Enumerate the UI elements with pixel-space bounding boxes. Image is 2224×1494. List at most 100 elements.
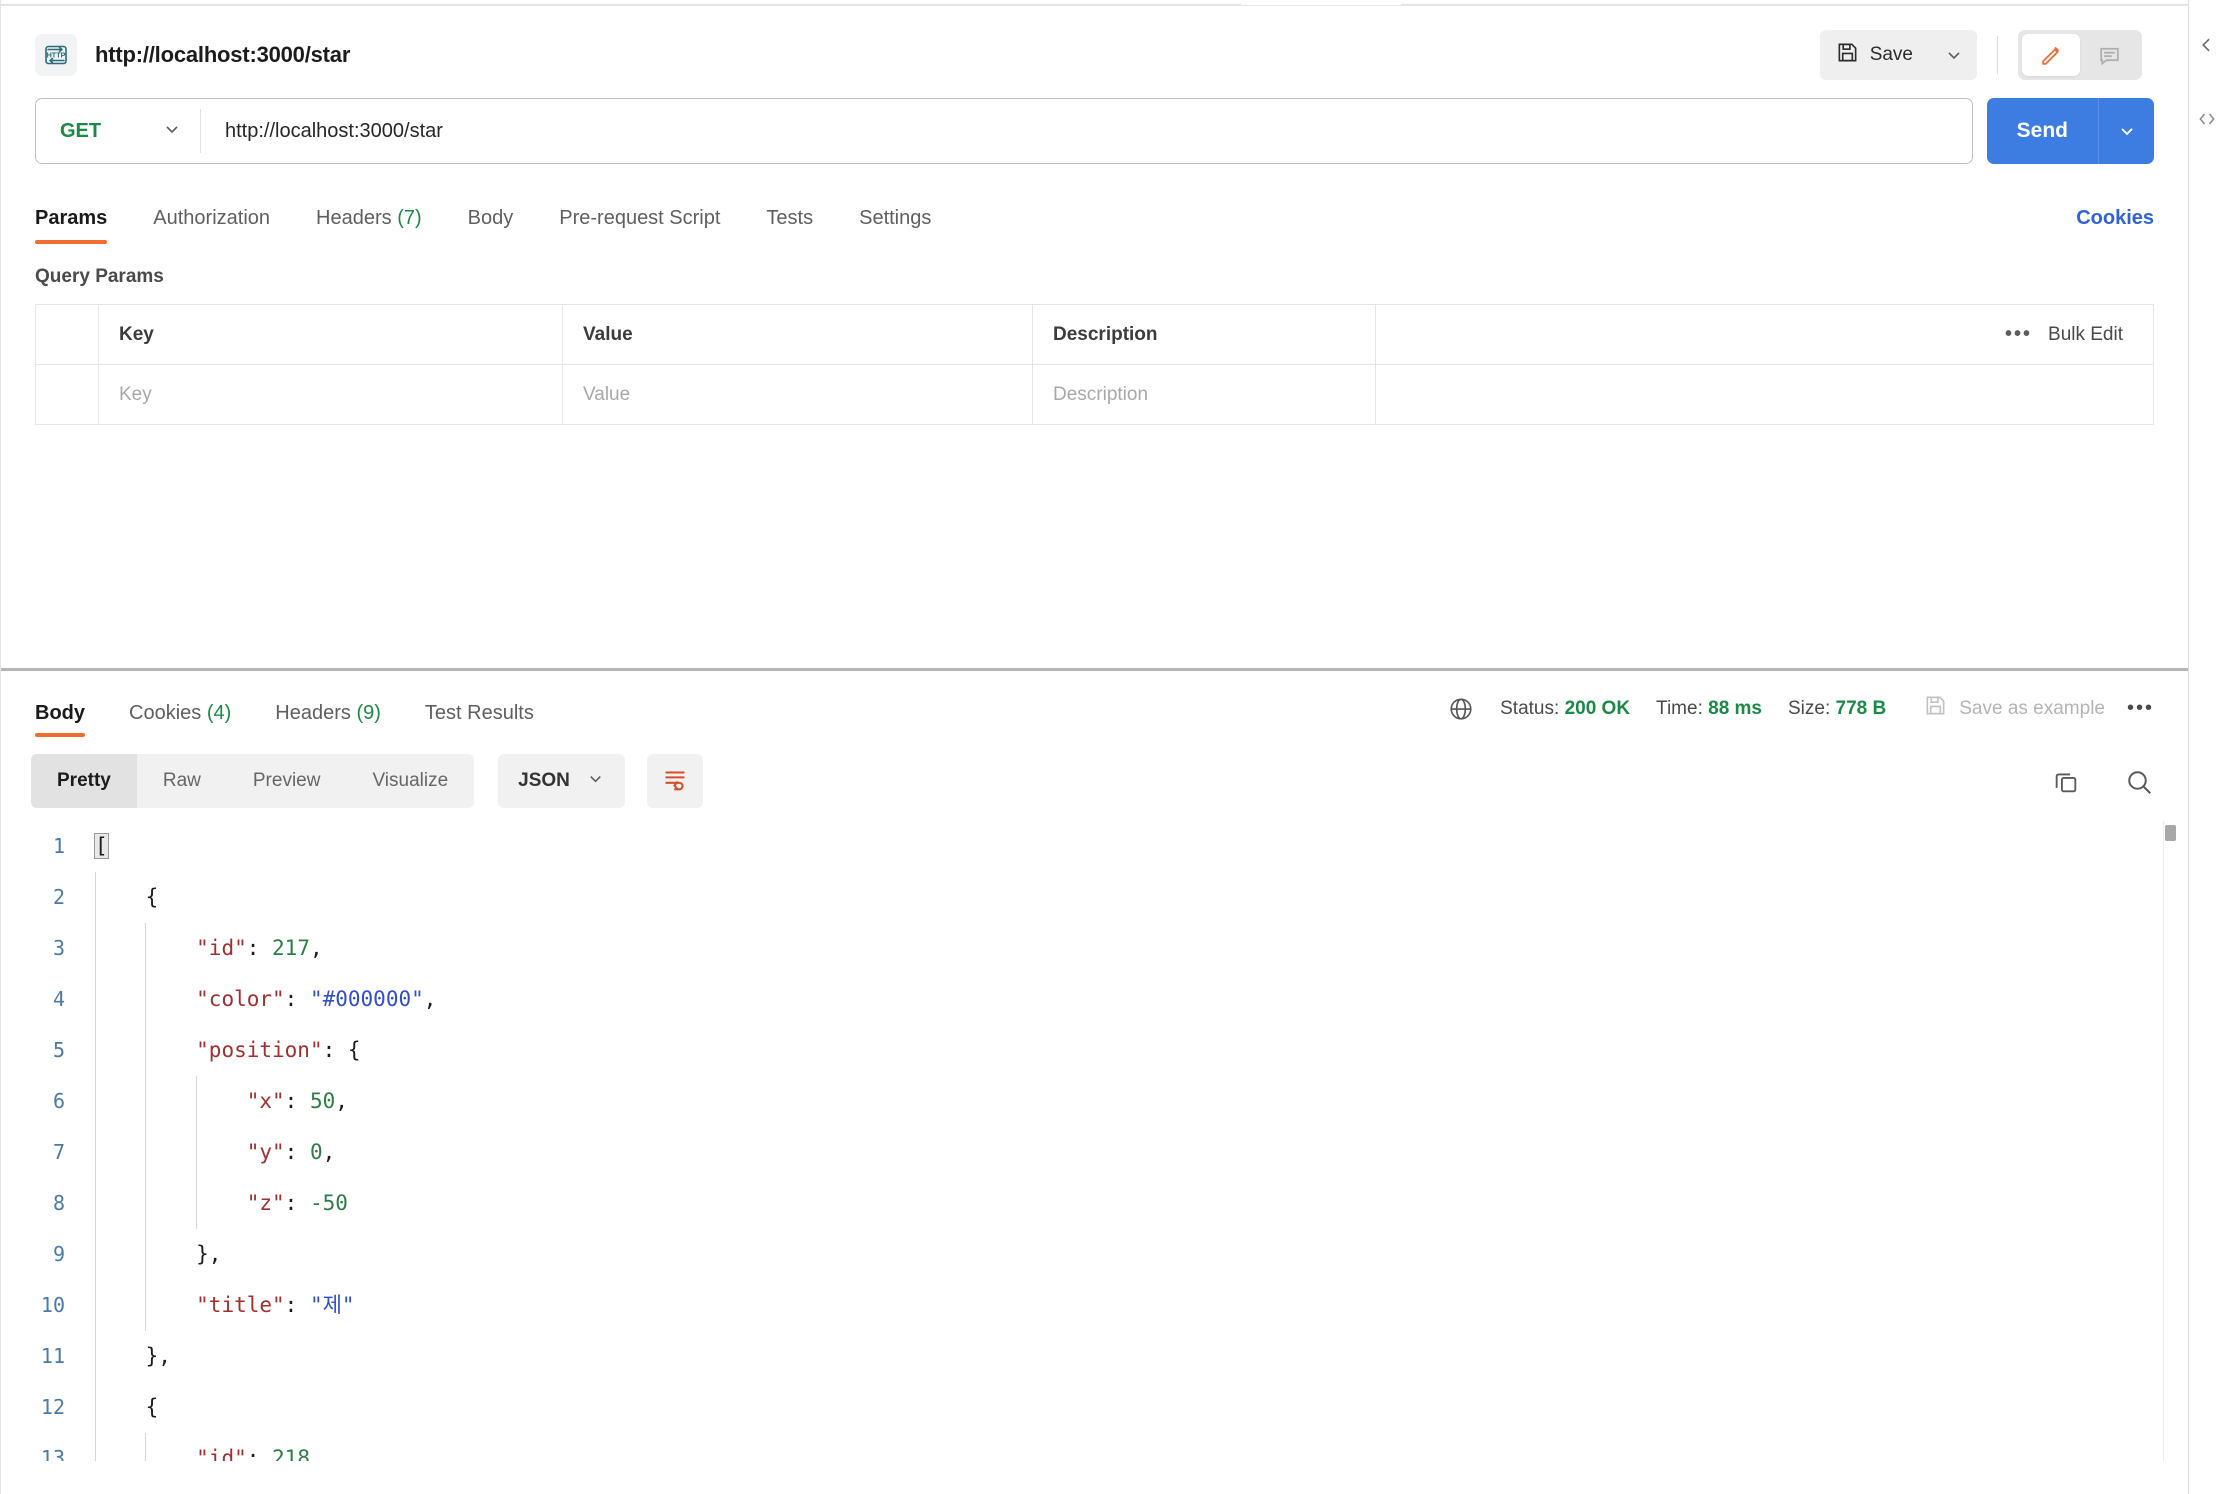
line-number: 6 [52, 1089, 65, 1113]
table-header-row: Key Value Description ••• Bulk Edit [36, 305, 2153, 365]
save-button-group: Save [1819, 30, 1977, 80]
code-token: [ [94, 833, 109, 859]
copy-icon[interactable] [2052, 768, 2080, 796]
send-button[interactable]: Send [1986, 98, 2098, 164]
indent-guide [145, 1076, 147, 1127]
tab-params[interactable]: Params [35, 207, 108, 244]
sidebar-collapse-chevron-left-icon[interactable] [2196, 34, 2218, 56]
send-button-group: Send [1986, 98, 2154, 164]
size-label: Size: 778 B [1788, 697, 1887, 719]
search-icon[interactable] [2124, 767, 2154, 797]
code-line: 1[ [1, 821, 2188, 872]
tab-authorization[interactable]: Authorization [153, 207, 270, 244]
format-tab-preview[interactable]: Preview [227, 754, 347, 808]
response-tabs: Body Cookies (4) Headers (9) Test Result… [1, 671, 2188, 737]
indent-guide [95, 974, 96, 1025]
line-number: 4 [52, 987, 65, 1011]
code-line-text: [ [87, 821, 109, 872]
row-checkbox-cell[interactable] [36, 365, 99, 424]
request-header: HTTP http://localhost:3000/star Save [1, 6, 2188, 104]
tab-pre-request-script[interactable]: Pre-request Script [559, 207, 720, 244]
value-input[interactable]: Value [563, 365, 1033, 424]
code-token: 218 [272, 1446, 310, 1461]
line-number: 2 [52, 885, 65, 909]
response-tab-body[interactable]: Body [35, 702, 85, 737]
tab-headers-count: (7) [397, 207, 422, 229]
sidebar-code-icon[interactable] [2196, 108, 2218, 130]
word-wrap-toggle-button[interactable] [646, 754, 703, 808]
response-tab-headers-count: (9) [356, 702, 381, 724]
tab-tests-label: Tests [766, 207, 814, 229]
save-as-example-floppy-disk-icon [1924, 694, 1947, 723]
code-line-text: }, [87, 1229, 221, 1280]
code-token: , [335, 1089, 348, 1113]
code-line: 9 }, [1, 1229, 2188, 1280]
url-bar: GET http://localhost:3000/star Send [1, 98, 2188, 174]
code-line-text: { [87, 872, 158, 923]
line-number: 10 [40, 1293, 65, 1317]
code-token: "id" [196, 1446, 247, 1461]
code-token: : [284, 1293, 310, 1317]
save-button-label: Save [1869, 44, 1913, 65]
tab-params-label: Params [35, 207, 108, 229]
method-label: GET [60, 119, 102, 142]
line-number: 5 [52, 1038, 65, 1062]
right-sidebar [2188, 0, 2224, 1494]
code-token: : [284, 1089, 310, 1113]
line-number: 8 [52, 1191, 65, 1215]
table-options-dots-icon[interactable]: ••• [2005, 323, 2032, 346]
line-number: 7 [52, 1140, 65, 1164]
format-tab-visualize[interactable]: Visualize [346, 754, 474, 808]
description-input[interactable]: Description [1033, 365, 1376, 424]
cookies-link[interactable]: Cookies [2076, 207, 2154, 230]
key-input[interactable]: Key [99, 365, 563, 424]
send-dropdown-chevron-down-icon[interactable] [2098, 98, 2154, 164]
method-select[interactable]: GET [36, 99, 200, 163]
response-options-dots-icon[interactable]: ••• [2127, 697, 2154, 720]
language-select-label: JSON [518, 770, 570, 791]
language-select[interactable]: JSON [498, 754, 625, 808]
tab-body-label: Body [467, 207, 514, 229]
tab-headers[interactable]: Headers (7) [316, 207, 422, 244]
format-tab-pretty[interactable]: Pretty [31, 754, 137, 808]
time-label: Time: 88 ms [1656, 697, 1762, 719]
response-tab-test-results[interactable]: Test Results [425, 702, 534, 737]
save-button[interactable]: Save [1820, 30, 1931, 80]
header-checkbox-cell [36, 305, 99, 364]
code-line: 8 "z": -50 [1, 1178, 2188, 1229]
size-value: 778 B [1835, 697, 1887, 719]
response-body-code[interactable]: 1[2 {3 "id": 217, 4 "color": "#000000", 5 … [1, 821, 2188, 1461]
code-line-text: "y": 0, [87, 1127, 335, 1178]
indent-guide [95, 1127, 96, 1178]
main-column: HTTP http://localhost:3000/star Save GET… [0, 0, 2189, 1494]
indent-guide [145, 974, 147, 1025]
indent-guide [95, 1178, 96, 1229]
globe-icon[interactable] [1448, 696, 1474, 722]
code-token: "x" [246, 1089, 285, 1113]
comment-icon-button[interactable] [2080, 34, 2138, 76]
response-tab-headers[interactable]: Headers (9) [275, 702, 381, 737]
bulk-edit-button[interactable]: Bulk Edit [2048, 324, 2123, 346]
tab-body[interactable]: Body [468, 207, 514, 244]
save-dropdown-chevron-down-icon[interactable] [1931, 30, 1977, 80]
header-divider [1997, 36, 1998, 74]
save-as-example-button[interactable]: Save as example [1924, 694, 2105, 723]
tab-settings[interactable]: Settings [859, 207, 931, 244]
tab-tests[interactable]: Tests [766, 207, 813, 244]
line-number: 3 [52, 936, 65, 960]
request-tabs: Params Authorization Headers (7) Body Pr… [1, 186, 2188, 244]
response-tab-cookies[interactable]: Cookies (4) [129, 702, 231, 737]
response-tab-test-results-label: Test Results [424, 702, 534, 724]
query-params-title: Query Params [35, 266, 164, 287]
url-input[interactable]: http://localhost:3000/star [201, 120, 443, 143]
indent-guide [145, 1280, 147, 1331]
code-line: 2 { [1, 872, 2188, 923]
edit-pencil-icon-button[interactable] [2022, 34, 2080, 76]
indent-guide [95, 1076, 96, 1127]
save-as-example-label: Save as example [1959, 697, 2105, 719]
format-tab-raw[interactable]: Raw [137, 754, 227, 808]
indent-guide [145, 1433, 147, 1461]
indent-guide [95, 1433, 96, 1461]
indent-guide [95, 1331, 96, 1382]
line-number: 9 [52, 1242, 65, 1266]
